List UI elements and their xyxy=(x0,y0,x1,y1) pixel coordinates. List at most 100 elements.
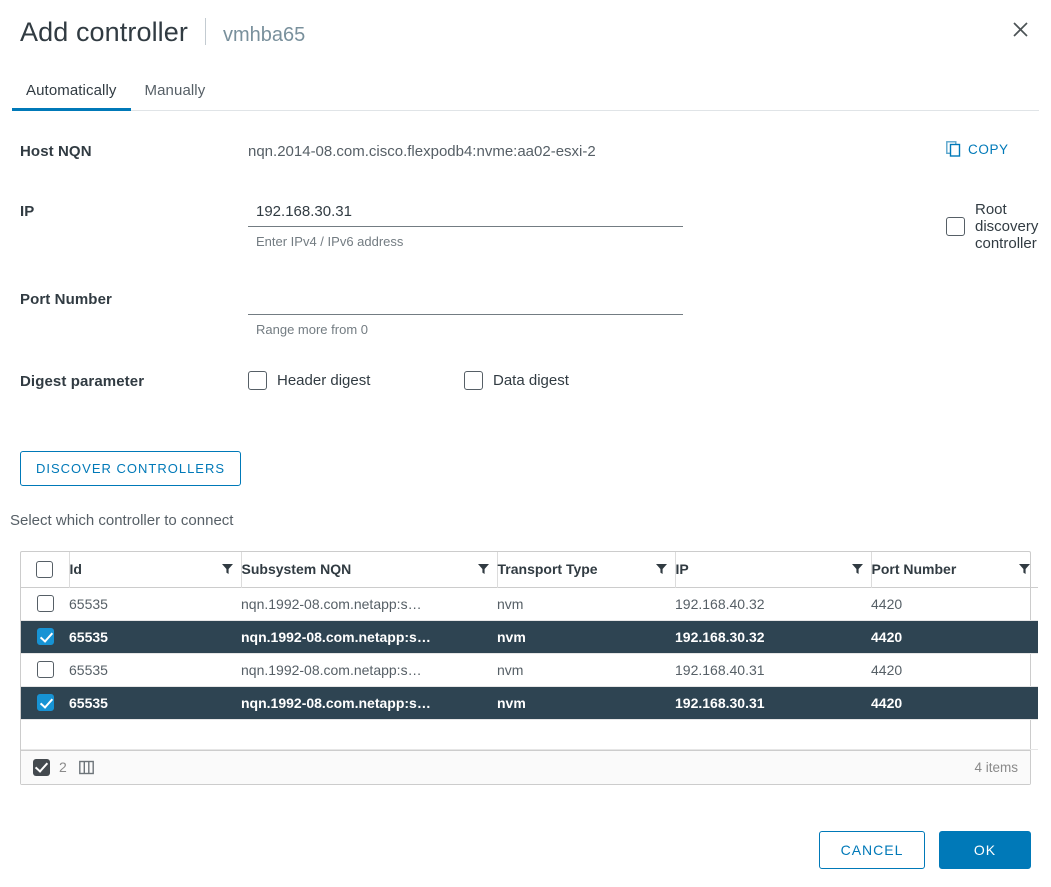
filter-icon-port-number[interactable] xyxy=(1019,564,1030,575)
select-all-header xyxy=(21,552,69,587)
controllers-table: Id Subsystem NQN Transport Type IP Port … xyxy=(20,551,1038,785)
table-row[interactable]: 65535 nqn.1992-08.com.netapp:s… nvm 192.… xyxy=(21,587,1038,620)
row-checkbox-cell[interactable] xyxy=(21,620,69,653)
footer-selected-count: 2 xyxy=(59,759,67,775)
controller-form: Host NQN nqn.2014-08.com.cisco.flexpodb4… xyxy=(0,141,1051,405)
data-digest-label: Data digest xyxy=(493,372,569,389)
title-separator xyxy=(205,18,206,45)
tab-automatically[interactable]: Automatically xyxy=(12,76,131,111)
row-checkbox[interactable] xyxy=(36,661,54,679)
table-footer: 2 4 items xyxy=(21,749,1030,784)
filter-icon-subsystem-nqn[interactable] xyxy=(477,564,489,575)
table-row[interactable]: 65535 nqn.1992-08.com.netapp:s… nvm 192.… xyxy=(21,686,1038,719)
filter-icon-ip[interactable] xyxy=(851,564,863,575)
column-label-subsystem-nqn: Subsystem NQN xyxy=(241,561,352,578)
port-number-input[interactable] xyxy=(248,289,683,315)
port-number-input-wrap: Range more from 0 xyxy=(248,289,683,337)
cell-ip: 192.168.30.31 xyxy=(675,694,765,711)
table-body: 65535 nqn.1992-08.com.netapp:s… nvm 192.… xyxy=(21,587,1038,749)
root-discovery-checkbox-row[interactable]: Root discovery controller xyxy=(946,201,1038,252)
port-number-field: Range more from 0 xyxy=(248,289,1031,337)
cell-transport-type: nvm xyxy=(497,628,526,645)
row-checkbox-cell[interactable] xyxy=(21,686,69,719)
column-header-subsystem-nqn[interactable]: Subsystem NQN xyxy=(240,552,497,587)
table-header: Id Subsystem NQN Transport Type IP Port … xyxy=(21,552,1038,587)
discover-section: DISCOVER CONTROLLERS Select which contro… xyxy=(0,451,1051,529)
ip-helper-text: Enter IPv4 / IPv6 address xyxy=(256,234,404,249)
dialog-actions: CANCEL OK xyxy=(819,831,1031,869)
cell-id: 65535 xyxy=(69,628,108,645)
copy-icon xyxy=(946,141,961,157)
cell-ip: 192.168.40.31 xyxy=(675,661,765,678)
cell-port-number: 4420 xyxy=(871,694,903,711)
ip-field: Enter IPv4 / IPv6 address Root discovery… xyxy=(248,201,1038,252)
filter-icon-id[interactable] xyxy=(221,564,233,575)
discover-controllers-button[interactable]: DISCOVER CONTROLLERS xyxy=(20,451,242,486)
cell-transport-type: nvm xyxy=(497,661,524,678)
root-discovery-label: Root discovery controller xyxy=(975,201,1039,252)
cell-ip: 192.168.40.32 xyxy=(675,595,765,612)
column-label-transport-type: Transport Type xyxy=(497,561,598,578)
dialog-subtitle: vmhba65 xyxy=(223,24,306,46)
ip-input[interactable] xyxy=(248,201,683,227)
header-digest-checkbox-row[interactable]: Header digest xyxy=(248,371,464,390)
ip-label: IP xyxy=(20,203,35,220)
host-nqn-label: Host NQN xyxy=(20,143,92,160)
host-nqn-value: nqn.2014-08.com.cisco.flexpodb4:nvme:aa0… xyxy=(248,143,596,160)
ok-button[interactable]: OK xyxy=(939,831,1031,869)
digest-label: Digest parameter xyxy=(20,373,145,390)
close-button[interactable] xyxy=(1003,12,1037,46)
row-checkbox-cell[interactable] xyxy=(21,587,69,620)
table-header-row: Id Subsystem NQN Transport Type IP Port … xyxy=(21,552,1038,587)
table-row[interactable]: 65535 nqn.1992-08.com.netapp:s… nvm 192.… xyxy=(21,653,1038,686)
column-header-transport-type[interactable]: Transport Type xyxy=(496,552,675,587)
host-nqn-row: Host NQN nqn.2014-08.com.cisco.flexpodb4… xyxy=(20,141,1031,197)
header-digest-checkbox[interactable] xyxy=(248,371,267,390)
host-nqn-field: nqn.2014-08.com.cisco.flexpodb4:nvme:aa0… xyxy=(248,141,1031,160)
cell-transport-type: nvm xyxy=(497,694,526,711)
copy-label: COPY xyxy=(968,141,1009,157)
cell-port-number: 4420 xyxy=(871,628,903,645)
digest-row: Digest parameter Header digest Data dige… xyxy=(20,371,1031,405)
column-header-ip[interactable]: IP xyxy=(674,552,871,587)
select-all-checkbox[interactable] xyxy=(36,560,54,578)
cell-subsystem-nqn: nqn.1992-08.com.netapp:s… xyxy=(241,694,431,711)
root-discovery-checkbox[interactable] xyxy=(946,217,965,236)
cell-id: 65535 xyxy=(69,694,108,711)
table-row[interactable]: 65535 nqn.1992-08.com.netapp:s… nvm 192.… xyxy=(21,620,1038,653)
port-number-helper-text: Range more from 0 xyxy=(256,322,368,337)
cell-subsystem-nqn: nqn.1992-08.com.netapp:s… xyxy=(241,661,422,678)
cell-id: 65535 xyxy=(69,595,108,612)
ip-row: IP Enter IPv4 / IPv6 address Root discov… xyxy=(20,201,1038,289)
column-label-id: Id xyxy=(69,561,82,578)
cell-ip: 192.168.30.32 xyxy=(675,628,765,645)
footer-selection-checkbox[interactable] xyxy=(33,758,50,776)
cell-transport-type: nvm xyxy=(497,595,524,612)
column-header-port-number[interactable]: Port Number xyxy=(870,552,1038,587)
cell-port-number: 4420 xyxy=(871,595,903,612)
data-digest-checkbox-row[interactable]: Data digest xyxy=(464,371,569,390)
columns-icon[interactable] xyxy=(78,760,94,775)
copy-button[interactable]: COPY xyxy=(946,141,1009,157)
column-header-id[interactable]: Id xyxy=(68,552,241,587)
row-checkbox[interactable] xyxy=(36,595,54,613)
title-row: Add controller vmhba65 xyxy=(20,14,1031,49)
ip-input-wrap: Enter IPv4 / IPv6 address xyxy=(248,201,683,249)
digest-options: Header digest Data digest xyxy=(248,371,1031,390)
filter-icon-transport-type[interactable] xyxy=(655,564,667,575)
data-digest-checkbox[interactable] xyxy=(464,371,483,390)
tab-manually[interactable]: Manually xyxy=(131,76,220,110)
close-icon xyxy=(1012,21,1028,37)
row-checkbox-cell[interactable] xyxy=(21,653,69,686)
dialog-header: Add controller vmhba65 xyxy=(0,0,1051,62)
header-digest-label: Header digest xyxy=(277,372,371,389)
row-checkbox[interactable] xyxy=(36,628,54,646)
port-number-row: Port Number Range more from 0 xyxy=(20,289,1031,371)
tab-bar: Automatically Manually xyxy=(12,76,1039,111)
port-number-label: Port Number xyxy=(20,291,112,308)
select-controller-hint: Select which controller to connect xyxy=(10,512,234,529)
row-checkbox[interactable] xyxy=(36,694,54,712)
add-controller-dialog: Add controller vmhba65 Automatically Man… xyxy=(0,0,1051,887)
cancel-button[interactable]: CANCEL xyxy=(819,831,925,869)
table-empty-space xyxy=(21,719,1038,749)
